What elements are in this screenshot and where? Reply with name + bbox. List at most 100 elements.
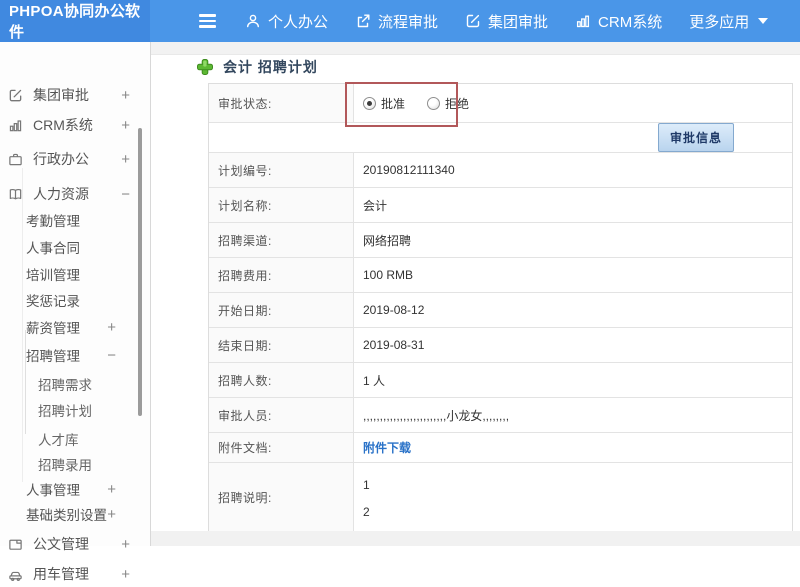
sidebar-item-group-approval[interactable]: 集团审批 + (0, 82, 149, 108)
sidebar-item-admin-office[interactable]: 行政办公 + (0, 146, 149, 172)
add-plus-icon (196, 58, 214, 76)
nav-label: 集团审批 (488, 13, 549, 31)
field-label: 结束日期: (209, 328, 354, 362)
expand-toggle[interactable]: + (121, 152, 130, 167)
field-value: 1 2 (354, 463, 792, 531)
page-title: 会计 招聘计划 (223, 59, 318, 75)
content-footer-strip (151, 531, 800, 546)
expand-toggle[interactable]: + (121, 118, 130, 133)
expand-toggle[interactable]: + (121, 567, 130, 582)
sidebar-item-recruit-plan[interactable]: 招聘计划 (0, 397, 149, 423)
nav-item-crm-system[interactable]: CRM系统 (575, 11, 662, 32)
nav-item-personal-office[interactable]: 个人办公 (245, 11, 328, 32)
nav-item-workflow-approval[interactable]: 流程审批 (355, 11, 438, 32)
book-icon (8, 187, 23, 202)
main-content: 会计 招聘计划 审批状态: 批准 拒绝 审批信息 计划编号: 201908121… (151, 42, 800, 546)
radio-reject-label[interactable]: 拒绝 (445, 95, 469, 112)
top-nav: 个人办公 流程审批 集团审批 CRM系统 更多应用 (197, 0, 769, 42)
recruit-plan-form: 审批状态: 批准 拒绝 审批信息 计划编号: 20190812111340 计划… (208, 83, 793, 532)
form-row-approve-button: 审批信息 (209, 123, 792, 153)
bar-chart-icon (575, 13, 591, 29)
form-row-recruit-channel: 招聘渠道: 网络招聘 (209, 223, 792, 258)
sidebar-item-label: 用车管理 (33, 566, 89, 582)
user-icon (245, 13, 261, 29)
field-value: 2019-08-12 (363, 303, 425, 317)
sidebar-item-label: 公文管理 (33, 536, 89, 552)
field-value: ,,,,,,,,,,,,,,,,,,,,,,,,,小龙女,,,,,,,, (363, 408, 510, 423)
radio-reject[interactable] (427, 96, 441, 110)
sidebar-item-vehicle-mgmt[interactable]: 用车管理 + (0, 561, 149, 587)
sidebar-item-training-mgmt[interactable]: 培训管理 (0, 261, 149, 287)
hamburger-menu-icon[interactable] (197, 10, 218, 31)
field-value: 网络招聘 (363, 233, 412, 248)
approval-radio-group: 批准 拒绝 (354, 84, 792, 122)
field-label: 招聘渠道: (209, 223, 354, 257)
form-row-approval-status: 审批状态: 批准 拒绝 (209, 84, 792, 123)
field-label: 审批人员: (209, 398, 354, 432)
expand-toggle[interactable]: + (107, 507, 116, 522)
sidebar-item-recruit-mgmt[interactable]: 招聘管理 − (0, 342, 149, 368)
field-value: 20190812111340 (363, 163, 455, 177)
approval-info-button[interactable]: 审批信息 (657, 123, 734, 152)
form-row-start-date: 开始日期: 2019-08-12 (209, 293, 792, 328)
collapse-toggle[interactable]: − (107, 348, 116, 363)
nav-label: 更多应用 (689, 13, 750, 31)
collapse-toggle[interactable]: − (121, 187, 130, 202)
sidebar-item-talent-pool[interactable]: 人才库 (0, 426, 149, 452)
sidebar-item-salary-mgmt[interactable]: 薪资管理 + (0, 314, 149, 340)
workflow-icon (355, 13, 371, 29)
sidebar-item-label: CRM系统 (33, 117, 93, 133)
sidebar-item-label: 招聘计划 (38, 404, 92, 419)
form-row-recruit-cost: 招聘费用: 100 RMB (209, 258, 792, 293)
caret-down-icon (758, 18, 769, 24)
radio-approve-label[interactable]: 批准 (381, 95, 405, 112)
sidebar-item-personnel-mgmt[interactable]: 人事管理 + (0, 476, 149, 502)
form-row-end-date: 结束日期: 2019-08-31 (209, 328, 792, 363)
top-bar: PHPOA协同办公软件 个人办公 流程审批 集团审批 CRM系统 更多应用 (0, 0, 800, 42)
field-label: 招聘说明: (209, 463, 354, 531)
sidebar-item-official-doc-mgmt[interactable]: 公文管理 + (0, 531, 149, 557)
form-row-recruit-description: 招聘说明: 1 2 (209, 463, 792, 531)
car-icon (8, 567, 23, 582)
sidebar-item-recruit-hire[interactable]: 招聘录用 (0, 451, 149, 477)
sidebar-item-label: 招聘管理 (26, 349, 80, 364)
bar-chart-icon (8, 118, 23, 133)
sidebar-item-label: 行政办公 (33, 151, 89, 167)
app-logo: PHPOA协同办公软件 (0, 0, 150, 42)
attachment-download-link[interactable]: 附件下载 (363, 439, 411, 456)
field-label: 计划名称: (209, 188, 354, 222)
field-label: 招聘费用: (209, 258, 354, 292)
nav-label: 个人办公 (268, 13, 329, 31)
field-label: 开始日期: (209, 293, 354, 327)
field-value: 100 RMB (363, 268, 414, 282)
sidebar-scrollbar-thumb[interactable] (138, 128, 142, 416)
sidebar-item-label: 招聘录用 (38, 458, 92, 473)
sidebar-item-label: 人事管理 (26, 483, 80, 498)
sidebar: 集团审批 + CRM系统 + 行政办公 + 人力资源 − 考勤管理 人事合同 培… (0, 42, 151, 582)
nav-item-group-approval[interactable]: 集团审批 (465, 11, 548, 32)
field-label: 招聘人数: (209, 363, 354, 397)
field-value: 会计 (363, 198, 388, 213)
sidebar-item-reward-punish-records[interactable]: 奖惩记录 (0, 287, 149, 313)
nav-label: 流程审批 (378, 13, 439, 31)
nav-label: CRM系统 (598, 13, 663, 31)
sidebar-item-attendance-mgmt[interactable]: 考勤管理 (0, 207, 149, 233)
field-value: 1 人 (363, 373, 386, 388)
expand-toggle[interactable]: + (107, 320, 116, 335)
radio-approve[interactable] (363, 96, 376, 110)
form-row-plan-name: 计划名称: 会计 (209, 188, 792, 223)
field-label: 计划编号: (209, 153, 354, 187)
expand-toggle[interactable]: + (107, 482, 116, 497)
nav-item-more-apps[interactable]: 更多应用 (689, 11, 769, 32)
sidebar-item-human-resources[interactable]: 人力资源 − (0, 181, 149, 207)
sidebar-item-hr-contract[interactable]: 人事合同 (0, 234, 149, 260)
expand-toggle[interactable]: + (121, 88, 130, 103)
sidebar-item-label: 基础类别设置 (26, 508, 107, 523)
document-icon (8, 537, 23, 552)
sidebar-item-recruit-demand[interactable]: 招聘需求 (0, 371, 149, 397)
sidebar-item-crm-system[interactable]: CRM系统 + (0, 112, 149, 138)
sidebar-item-label: 人事合同 (26, 241, 80, 256)
content-top-strip (151, 42, 800, 55)
expand-toggle[interactable]: + (121, 537, 130, 552)
sidebar-item-base-category-settings[interactable]: 基础类别设置 + (0, 501, 149, 527)
